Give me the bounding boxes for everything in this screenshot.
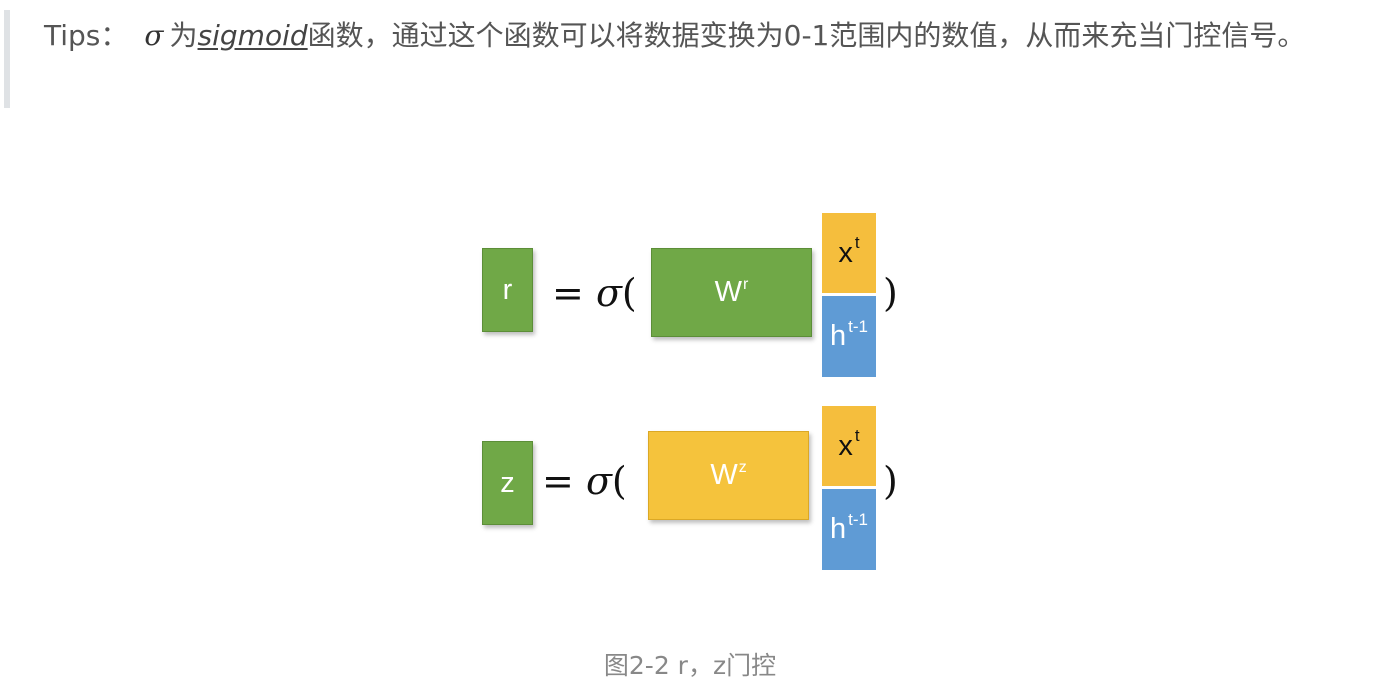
z-h-sup: t-1: [848, 509, 868, 529]
gate-formula-figure: r = σ( Wr xt h t-1 ) z = σ( Wz xt h t-1 ): [480, 210, 910, 575]
figure-caption: 图2-2 r，z门控: [603, 651, 777, 680]
sigmoid-link[interactable]: sigmoid: [198, 19, 308, 52]
z-h-base: h: [830, 513, 847, 545]
z-equals: =: [542, 459, 574, 503]
tip-paragraph: Tips： σ 为sigmoid函数，通过这个函数可以将数据变换为0-1范围内的数值…: [44, 14, 1364, 58]
r-ht-cell: h t-1: [822, 296, 876, 377]
r-equals: =: [552, 271, 584, 315]
r-output-box: r: [482, 248, 533, 332]
z-x-sup: t: [854, 426, 860, 445]
r-open-paren: (: [621, 271, 637, 315]
tip-sigma-symbol: σ: [144, 19, 164, 52]
r-equals-sigma: = σ(: [552, 274, 637, 312]
z-close-paren: ): [883, 459, 898, 503]
r-xt-cell: xt: [822, 213, 876, 293]
z-sigma: σ: [585, 459, 612, 503]
z-output-label: z: [500, 466, 515, 499]
z-output-box: z: [482, 441, 533, 525]
tip-blockquote: Tips： σ 为sigmoid函数，通过这个函数可以将数据变换为0-1范围内的数值…: [0, 10, 1380, 108]
r-x-base: x: [838, 236, 853, 269]
z-xt-cell: xt: [822, 406, 876, 486]
r-close-paren: ): [883, 271, 898, 315]
tip-text-before-link: 为: [169, 19, 198, 52]
z-equals-sigma: = σ(: [542, 462, 627, 500]
wr-sup: r: [743, 275, 749, 293]
tip-prefix: Tips：: [44, 19, 129, 52]
tip-text-after-link: 函数，通过这个函数可以将数据变换为0-1范围内的数值，从而来充当门控信号。: [307, 19, 1306, 52]
wz-weight-box: Wz: [648, 431, 809, 520]
wz-sup: z: [738, 458, 747, 476]
r-output-label: r: [502, 273, 513, 306]
wz-base: W: [710, 459, 738, 491]
r-h-base: h: [830, 320, 847, 352]
r-sigma: σ: [595, 271, 622, 315]
r-x-sup: t: [854, 233, 860, 252]
wr-weight-box: Wr: [651, 248, 812, 337]
z-open-paren: (: [611, 459, 627, 503]
blockquote-bar: [4, 10, 10, 108]
z-ht-cell: h t-1: [822, 489, 876, 570]
z-x-base: x: [838, 429, 853, 462]
r-h-sup: t-1: [848, 316, 868, 336]
wr-base: W: [714, 276, 743, 308]
